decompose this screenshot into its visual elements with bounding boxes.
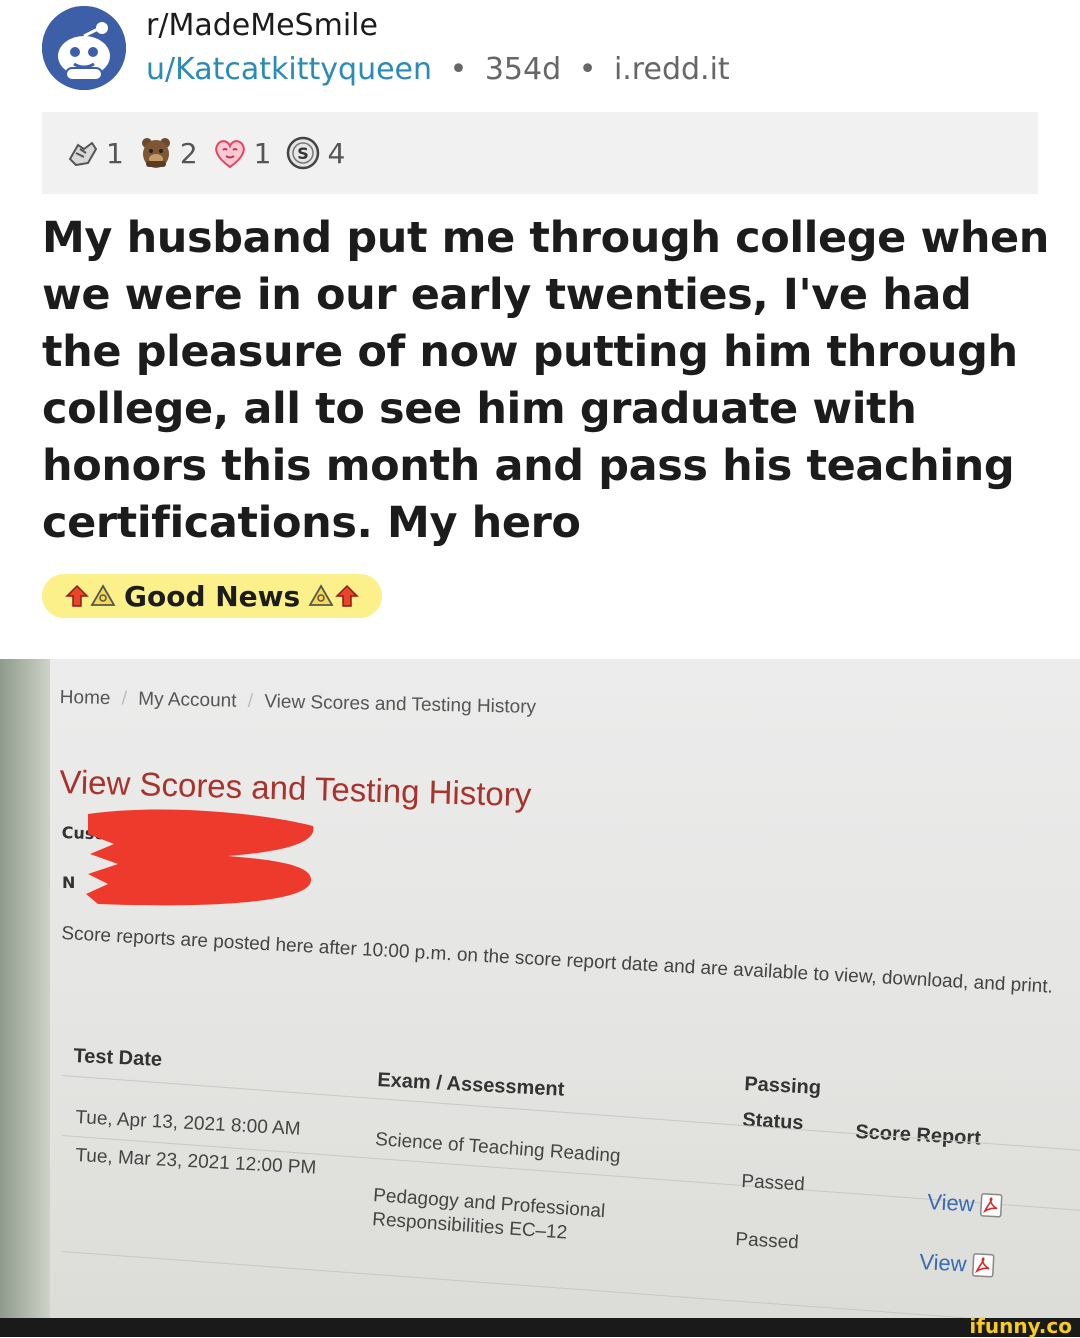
heart-eyes-award-icon	[214, 140, 245, 169]
snoo-icon	[42, 6, 126, 90]
bear-award-icon	[141, 138, 170, 168]
award-count: 1	[106, 136, 124, 170]
header-score-report: Score Report	[854, 1121, 982, 1150]
pdf-icon	[980, 1193, 1003, 1218]
award-silver[interactable]: S 4	[285, 135, 345, 171]
watermark-bar: ifunny.co	[0, 1314, 1080, 1338]
silver-coin-award-icon: S	[287, 136, 320, 170]
up-arrow-icon	[65, 584, 89, 607]
post-age: 354d	[484, 52, 562, 87]
post-domain[interactable]: i.redd.it	[614, 52, 730, 87]
view-label: View	[918, 1249, 968, 1277]
award-count: 4	[327, 136, 346, 170]
awards-bar[interactable]: 1 2 1 S 4	[42, 112, 1038, 194]
post-meta: u/Katcatkittyqueen • 354d • i.redd.it	[146, 52, 730, 87]
row-status: Passed	[734, 1229, 800, 1254]
post-image[interactable]: Home / My Account / View Scores and Test…	[0, 659, 1080, 1318]
author-link[interactable]: u/Katcatkittyqueen	[146, 52, 432, 87]
warning-triangle-icon	[90, 584, 116, 606]
row-exam: Science of Teaching Reading	[374, 1129, 622, 1168]
meta-separator: •	[449, 52, 468, 87]
header-passing: Passing	[743, 1073, 822, 1099]
header-exam: Exam / Assessment	[376, 1069, 565, 1101]
flair-text: Good News	[124, 579, 301, 613]
subreddit-avatar[interactable]	[42, 6, 126, 90]
header-test-date: Test Date	[73, 1045, 163, 1071]
monitor-screen: Home / My Account / View Scores and Test…	[0, 659, 1080, 1318]
up-arrow-icon	[335, 584, 360, 607]
post-title[interactable]: My husband put me through college when w…	[42, 210, 1052, 552]
warning-triangle-icon	[308, 584, 334, 606]
award-count: 2	[179, 136, 198, 170]
view-report-link[interactable]: View	[919, 1249, 998, 1279]
award-bear[interactable]: 2	[138, 135, 198, 171]
award-heart-eyes[interactable]: 1	[212, 135, 272, 171]
award-helpful[interactable]: 1	[64, 135, 124, 171]
post-flair[interactable]: Good News	[42, 574, 383, 618]
svg-text:S: S	[298, 144, 310, 163]
view-label: View	[926, 1189, 976, 1217]
view-report-link[interactable]: View	[927, 1189, 1006, 1219]
meta-separator: •	[578, 52, 597, 87]
row-status: Passed	[740, 1171, 806, 1196]
helpful-hands-icon	[68, 141, 98, 167]
scores-table: Test Date Exam / Assessment Passing Stat…	[0, 659, 1080, 1318]
post-header: r/MadeMeSmile u/Katcatkittyqueen • 354d …	[0, 0, 1080, 110]
header-status: Status	[741, 1109, 805, 1135]
row-date: Tue, Apr 13, 2021 8:00 AM	[74, 1107, 302, 1140]
subreddit-name[interactable]: r/MadeMeSmile	[146, 8, 378, 43]
ifunny-watermark: ifunny.co	[969, 1314, 1072, 1338]
award-count: 1	[253, 136, 272, 170]
pdf-icon	[972, 1253, 995, 1278]
